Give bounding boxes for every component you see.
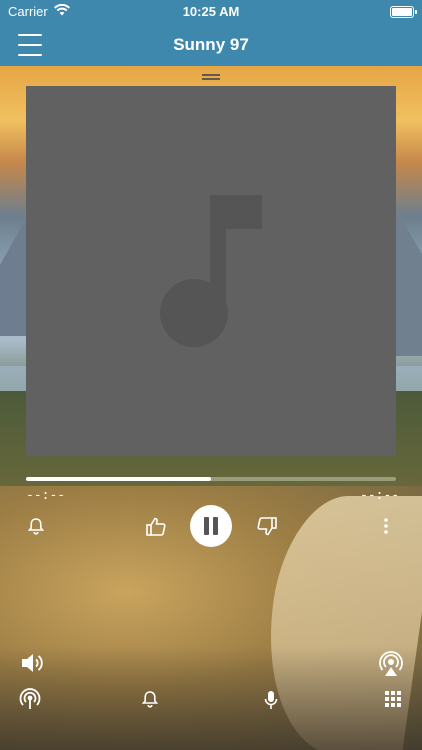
nav-bar: Sunny 97 xyxy=(0,24,422,66)
remaining-time: --:-- xyxy=(360,488,400,503)
clock: 10:25 AM xyxy=(182,4,240,19)
more-vertical-icon[interactable] xyxy=(378,516,394,536)
drag-handle[interactable] xyxy=(202,74,220,80)
broadcast-icon[interactable] xyxy=(18,687,42,711)
thumbs-down-icon[interactable] xyxy=(256,515,278,537)
volume-icon[interactable] xyxy=(19,651,45,675)
battery-icon xyxy=(390,6,417,18)
airplay-icon[interactable] xyxy=(377,650,405,678)
bell-icon[interactable] xyxy=(26,516,46,536)
grid-icon[interactable] xyxy=(383,689,403,709)
music-note-icon xyxy=(160,195,262,347)
status-bar: Carrier 10:25 AM xyxy=(0,0,422,24)
progress-fill xyxy=(26,477,211,481)
elapsed-time: --:-- xyxy=(26,488,66,503)
microphone-icon[interactable] xyxy=(262,688,280,712)
album-art xyxy=(26,86,396,456)
page-title: Sunny 97 xyxy=(173,35,249,54)
alarm-bell-icon[interactable] xyxy=(140,688,160,710)
thumbs-up-icon[interactable] xyxy=(145,515,167,537)
progress-bar[interactable] xyxy=(26,477,396,481)
pause-button[interactable] xyxy=(190,505,232,547)
